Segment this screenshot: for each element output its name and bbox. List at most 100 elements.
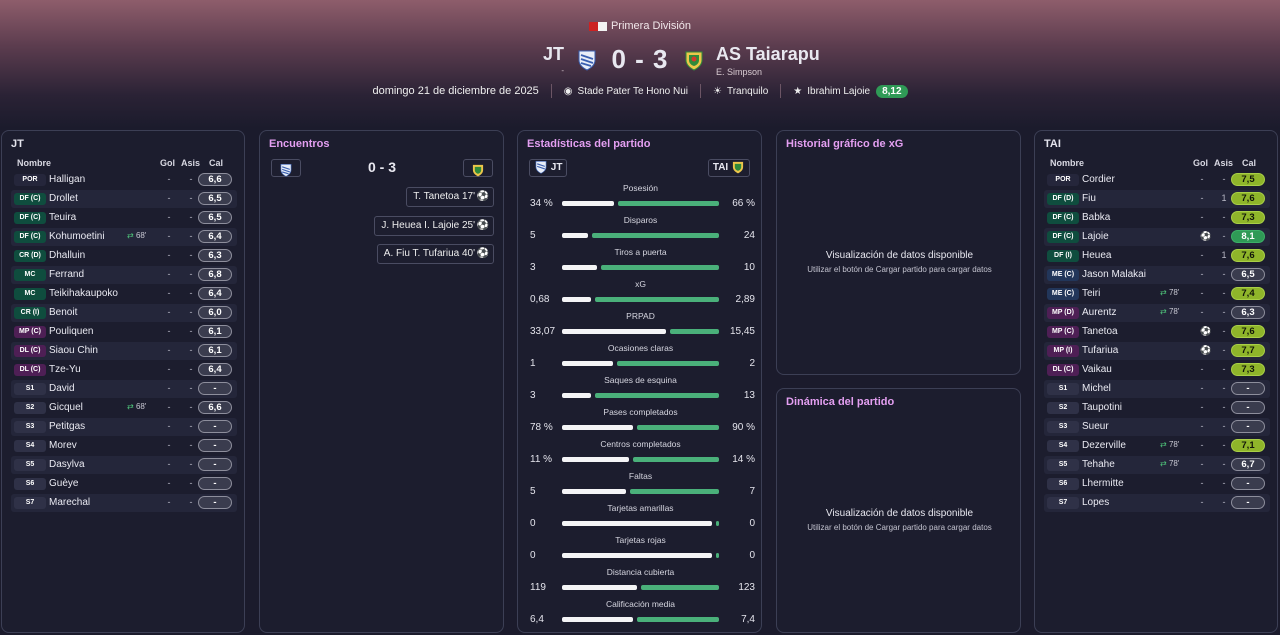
player-row[interactable]: MP (I) Tufariua ⚽ -7,7: [1044, 342, 1270, 360]
player-name[interactable]: David: [49, 383, 75, 394]
away-crest-icon[interactable]: [683, 49, 705, 71]
goals: -: [167, 326, 171, 336]
player-row[interactable]: S5 Tehahe ⇄ 78' - -6,7: [1044, 456, 1270, 474]
col-rating[interactable]: Cal: [1242, 158, 1256, 168]
player-row[interactable]: DL (C) Vaikau - -7,3: [1044, 361, 1270, 379]
away-manager[interactable]: E. Simpson: [716, 67, 762, 77]
col-goals[interactable]: Gol: [160, 158, 175, 168]
player-row[interactable]: S4 Dezerville ⇄ 78' - -7,1: [1044, 437, 1270, 455]
player-name[interactable]: Heuea: [1082, 250, 1111, 261]
player-name[interactable]: Fiu: [1082, 193, 1096, 204]
player-name[interactable]: Ferrand: [49, 269, 84, 280]
player-row[interactable]: S7 Marechal - - -: [11, 494, 237, 512]
player-row[interactable]: DF (C) Lajoie ⚽ -8,1: [1044, 228, 1270, 246]
player-row[interactable]: DF (I) Heuea - 1 7,6: [1044, 247, 1270, 265]
player-name[interactable]: Pouliquen: [49, 326, 93, 337]
player-row[interactable]: MP (C) Pouliquen - -6,1: [11, 323, 237, 341]
home-lineup-panel: JT Nombre Gol Asis Cal POR Halligan - -6,6 D…: [1, 130, 245, 633]
player-name[interactable]: Gicquel: [49, 402, 83, 413]
player-name[interactable]: Morev: [49, 440, 77, 451]
player-row[interactable]: S1 Michel - - -: [1044, 380, 1270, 398]
rating-badge: -: [198, 420, 232, 433]
player-name[interactable]: Guèye: [49, 478, 78, 489]
player-row[interactable]: POR Cordier - -7,5: [1044, 171, 1270, 189]
assists: -: [189, 250, 193, 260]
player-row[interactable]: S5 Dasylva - - -: [11, 456, 237, 474]
player-name[interactable]: Halligan: [49, 174, 85, 185]
player-name[interactable]: Lhermitte: [1082, 478, 1124, 489]
player-row[interactable]: ME (C) Jason Malakai - -6,5: [1044, 266, 1270, 284]
player-name[interactable]: Teiri: [1082, 288, 1100, 299]
stat-home-value: 78 %: [530, 422, 553, 433]
player-row[interactable]: S3 Petitgas - - -: [11, 418, 237, 436]
player-name[interactable]: Petitgas: [49, 421, 85, 432]
player-name[interactable]: Dasylva: [49, 459, 85, 470]
away-team-name[interactable]: AS Taiarapu: [716, 44, 820, 65]
player-name[interactable]: Drollet: [49, 193, 78, 204]
player-row[interactable]: POR Halligan - -6,6: [11, 171, 237, 189]
rating-badge: -: [198, 439, 232, 452]
player-name[interactable]: Kohumoetini: [49, 231, 105, 242]
home-manager: -: [561, 66, 564, 75]
player-row[interactable]: S2 Gicquel ⇄ 68' - -6,6: [11, 399, 237, 417]
player-row[interactable]: DF (C) Kohumoetini ⇄ 68' - -6,4: [11, 228, 237, 246]
player-name[interactable]: Dezerville: [1082, 440, 1126, 451]
player-name[interactable]: Lopes: [1082, 497, 1109, 508]
goal-event[interactable]: J. Heuea I. Lajoie 25' ⚽: [374, 216, 494, 236]
player-row[interactable]: MP (D) Aurentz ⇄ 78' - -6,3: [1044, 304, 1270, 322]
player-row[interactable]: S4 Morev - - -: [11, 437, 237, 455]
player-row[interactable]: S1 David - - -: [11, 380, 237, 398]
col-goals[interactable]: Gol: [1193, 158, 1208, 168]
player-name[interactable]: Michel: [1082, 383, 1111, 394]
player-row[interactable]: MC Teikihakaupoko - -6,4: [11, 285, 237, 303]
player-row[interactable]: S3 Sueur - - -: [1044, 418, 1270, 436]
player-row[interactable]: S6 Lhermitte - - -: [1044, 475, 1270, 493]
stadium[interactable]: ◉ Stade Pater Te Hono Nui: [552, 84, 701, 98]
col-name[interactable]: Nombre: [17, 158, 51, 168]
player-name[interactable]: Cordier: [1082, 174, 1115, 185]
player-name[interactable]: Dhalluin: [49, 250, 85, 261]
competition[interactable]: Primera División: [0, 20, 1280, 32]
goal-event[interactable]: A. Fiu T. Tufariua 40' ⚽: [376, 244, 494, 264]
player-row[interactable]: DF (C) Drollet - -6,5: [11, 190, 237, 208]
player-row[interactable]: MP (C) Tanetoa ⚽ -7,6: [1044, 323, 1270, 341]
home-team-name[interactable]: JT: [543, 44, 564, 65]
player-name[interactable]: Babka: [1082, 212, 1110, 223]
col-rating[interactable]: Cal: [209, 158, 223, 168]
player-name[interactable]: Taupotini: [1082, 402, 1122, 413]
player-name[interactable]: Vaikau: [1082, 364, 1112, 375]
player-name[interactable]: Siaou Chin: [49, 345, 98, 356]
player-name[interactable]: Jason Malakai: [1082, 269, 1146, 280]
player-row[interactable]: DF (C) Babka - -7,3: [1044, 209, 1270, 227]
player-name[interactable]: Sueur: [1082, 421, 1109, 432]
player-row[interactable]: S2 Taupotini - - -: [1044, 399, 1270, 417]
player-name[interactable]: Tufariua: [1082, 345, 1118, 356]
player-name[interactable]: Tanetoa: [1082, 326, 1118, 337]
man-of-the-match[interactable]: ★ Ibrahim Lajoie 8,12: [781, 84, 919, 98]
home-crest-icon[interactable]: [576, 49, 598, 71]
player-row[interactable]: DL (C) Tze-Yu - -6,4: [11, 361, 237, 379]
player-row[interactable]: S7 Lopes - - -: [1044, 494, 1270, 512]
col-assists[interactable]: Asis: [1214, 158, 1233, 168]
col-assists[interactable]: Asis: [181, 158, 200, 168]
player-row[interactable]: ME (C) Teiri ⇄ 78' - -7,4: [1044, 285, 1270, 303]
player-name[interactable]: Teikihakaupoko: [49, 288, 118, 299]
player-row[interactable]: CR (D) Dhalluin - -6,3: [11, 247, 237, 265]
player-row[interactable]: DF (C) Teuira - -6,5: [11, 209, 237, 227]
goal-event[interactable]: T. Tanetoa 17' ⚽: [406, 187, 494, 207]
player-row[interactable]: MC Ferrand - -6,8: [11, 266, 237, 284]
player-name[interactable]: Lajoie: [1082, 231, 1109, 242]
player-name[interactable]: Aurentz: [1082, 307, 1116, 318]
stat-away-value: 66 %: [732, 198, 755, 209]
player-row[interactable]: S6 Guèye - - -: [11, 475, 237, 493]
player-row[interactable]: DF (D) Fiu - 1 7,6: [1044, 190, 1270, 208]
player-row[interactable]: DL (C) Siaou Chin - -6,1: [11, 342, 237, 360]
player-name[interactable]: Tze-Yu: [49, 364, 81, 375]
player-name[interactable]: Tehahe: [1082, 459, 1115, 470]
player-name[interactable]: Benoit: [49, 307, 77, 318]
player-name[interactable]: Marechal: [49, 497, 90, 508]
player-row[interactable]: CR (I) Benoit - -6,0: [11, 304, 237, 322]
rating-badge: 7,6: [1231, 192, 1265, 205]
player-name[interactable]: Teuira: [49, 212, 76, 223]
col-name[interactable]: Nombre: [1050, 158, 1084, 168]
